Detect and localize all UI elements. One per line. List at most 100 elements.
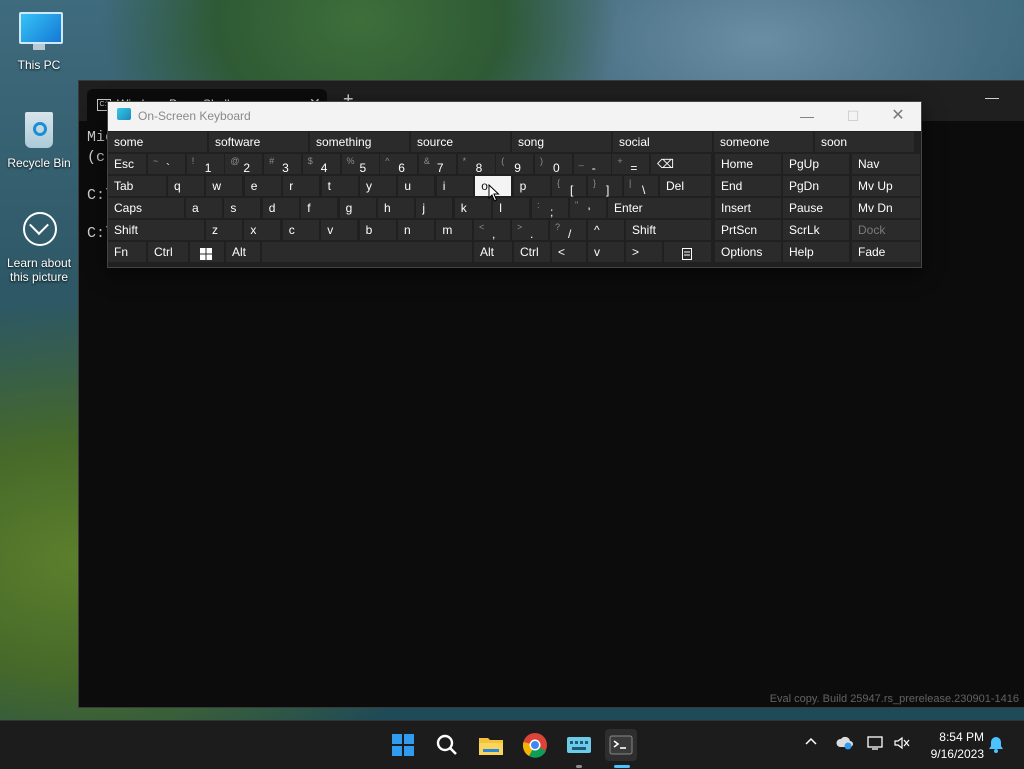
notification-bell-icon[interactable] bbox=[988, 735, 1004, 756]
prediction-source[interactable]: source bbox=[411, 132, 510, 152]
key-a[interactable]: a bbox=[186, 198, 222, 218]
key-`[interactable]: ~ ` bbox=[148, 154, 185, 175]
key-v[interactable]: v bbox=[321, 220, 358, 240]
key-z[interactable]: z bbox=[206, 220, 242, 240]
nav-key-pause[interactable]: Pause bbox=[783, 198, 849, 218]
key-alt-right[interactable]: Alt bbox=[474, 242, 512, 262]
key-7[interactable]: & 7 bbox=[418, 154, 456, 175]
key-c[interactable]: c bbox=[282, 220, 319, 240]
key-ctrl-right[interactable]: Ctrl bbox=[514, 242, 550, 262]
key-shift-right[interactable]: Shift bbox=[626, 220, 711, 240]
osk-titlebar[interactable]: On-Screen Keyboard — ☐ ✕ bbox=[108, 102, 921, 131]
key-p[interactable]: p bbox=[513, 176, 550, 196]
key-d[interactable]: d bbox=[262, 198, 299, 218]
key-9[interactable]: (9 bbox=[496, 154, 534, 175]
key-5[interactable]: % 5 bbox=[341, 154, 379, 175]
prediction-soon[interactable]: soon bbox=[815, 132, 914, 152]
close-button[interactable]: ✕ bbox=[875, 105, 921, 127]
key-1[interactable]: ! 1 bbox=[186, 154, 224, 175]
key-w[interactable]: w bbox=[206, 176, 243, 196]
nav-key-mv-up[interactable]: Mv Up bbox=[852, 176, 920, 196]
nav-key-end[interactable]: End bbox=[715, 176, 781, 196]
key-k[interactable]: k bbox=[454, 198, 491, 218]
prediction-something[interactable]: something bbox=[310, 132, 409, 152]
desktop-icon-this-pc[interactable]: This PC bbox=[2, 10, 76, 72]
key-r[interactable]: r bbox=[283, 176, 320, 196]
nav-key-scrlk[interactable]: ScrLk bbox=[783, 220, 849, 240]
key-3[interactable]: #3 bbox=[264, 154, 302, 175]
terminal-icon[interactable] bbox=[605, 729, 637, 761]
file-explorer-icon[interactable] bbox=[475, 729, 507, 761]
key-[[interactable]: {[ bbox=[552, 176, 586, 197]
arrow-right-key[interactable]: > bbox=[626, 242, 662, 262]
key-0[interactable]: ) 0 bbox=[535, 154, 572, 175]
arrow-left-key[interactable]: < bbox=[552, 242, 586, 262]
prediction-software[interactable]: software bbox=[209, 132, 308, 152]
desktop-icon-recycle-bin[interactable]: Recycle Bin bbox=[2, 108, 76, 170]
cloud-icon[interactable] bbox=[836, 735, 854, 754]
key-caps[interactable]: Caps bbox=[108, 198, 184, 218]
key-b[interactable]: b bbox=[359, 220, 396, 240]
key-,[interactable]: <, bbox=[474, 220, 510, 241]
backspace-key[interactable]: ⌫ bbox=[651, 154, 711, 174]
minimize-button[interactable]: — bbox=[784, 105, 830, 127]
key-t[interactable]: t bbox=[321, 176, 358, 196]
key-s[interactable]: s bbox=[224, 198, 261, 218]
key-'[interactable]: " ' bbox=[570, 198, 606, 219]
on-screen-keyboard-window[interactable]: On-Screen Keyboard — ☐ ✕ some software som… bbox=[107, 101, 922, 268]
chrome-icon[interactable] bbox=[519, 729, 551, 761]
space-key[interactable] bbox=[262, 242, 472, 262]
desktop-icon-learn-about-picture[interactable]: Learn about this picture bbox=[2, 208, 76, 284]
key-6[interactable]: ^ 6 bbox=[380, 154, 418, 175]
prediction-some[interactable]: some bbox=[108, 132, 207, 152]
menu-key[interactable] bbox=[664, 242, 711, 262]
key-/[interactable]: ? / bbox=[550, 220, 586, 241]
search-icon[interactable] bbox=[431, 729, 463, 761]
minimize-icon[interactable]: — bbox=[985, 89, 999, 105]
key-2[interactable]: @2 bbox=[225, 154, 263, 175]
key-shift-left[interactable]: Shift bbox=[108, 220, 204, 240]
key--[interactable]: _ - bbox=[573, 154, 611, 175]
arrow-up-key[interactable]: ^ bbox=[588, 220, 624, 240]
on-screen-keyboard-icon[interactable] bbox=[563, 729, 595, 761]
clock-time[interactable]: 8:54 PM bbox=[920, 730, 984, 744]
key-tab[interactable]: Tab bbox=[108, 176, 166, 196]
key-del[interactable]: Del bbox=[660, 176, 711, 196]
key-ctrl-left[interactable]: Ctrl bbox=[148, 242, 188, 262]
key-m[interactable]: m bbox=[436, 220, 473, 240]
windows-key[interactable] bbox=[190, 242, 224, 262]
nav-key-pgup[interactable]: PgUp bbox=[783, 154, 849, 174]
key-q[interactable]: q bbox=[168, 176, 204, 196]
key-alt-left[interactable]: Alt bbox=[226, 242, 260, 262]
volume-muted-icon[interactable] bbox=[893, 735, 911, 754]
key-.[interactable]: >. bbox=[512, 220, 548, 241]
key-x[interactable]: x bbox=[244, 220, 281, 240]
nav-key-insert[interactable]: Insert bbox=[715, 198, 781, 218]
key-y[interactable]: y bbox=[360, 176, 396, 196]
key-][interactable]: }] bbox=[588, 176, 622, 197]
prediction-social[interactable]: social bbox=[613, 132, 712, 152]
nav-key-mv-dn[interactable]: Mv Dn bbox=[852, 198, 920, 218]
nav-key-nav[interactable]: Nav bbox=[852, 154, 920, 174]
prediction-someone[interactable]: someone bbox=[714, 132, 813, 152]
key-n[interactable]: n bbox=[398, 220, 434, 240]
clock-date[interactable]: 9/16/2023 bbox=[920, 747, 984, 761]
key-esc[interactable]: Esc bbox=[108, 154, 146, 174]
key-4[interactable]: $4 bbox=[302, 154, 340, 175]
nav-key-prtscn[interactable]: PrtScn bbox=[715, 220, 781, 240]
key-enter[interactable]: Enter bbox=[608, 198, 711, 218]
nav-key-dock[interactable]: Dock bbox=[852, 220, 920, 240]
key-f[interactable]: f bbox=[301, 198, 338, 218]
key-u[interactable]: u bbox=[398, 176, 435, 196]
key-g[interactable]: g bbox=[339, 198, 376, 218]
network-icon[interactable] bbox=[866, 735, 884, 754]
key-e[interactable]: e bbox=[244, 176, 281, 196]
nav-key-help[interactable]: Help bbox=[783, 242, 849, 262]
nav-key-pgdn[interactable]: PgDn bbox=[783, 176, 849, 196]
key-h[interactable]: h bbox=[378, 198, 414, 218]
nav-key-options[interactable]: Options bbox=[715, 242, 781, 262]
key-;[interactable]: :; bbox=[532, 198, 568, 219]
key-=[interactable]: + = bbox=[612, 154, 650, 175]
prediction-song[interactable]: song bbox=[512, 132, 611, 152]
key-fn[interactable]: Fn bbox=[108, 242, 146, 262]
